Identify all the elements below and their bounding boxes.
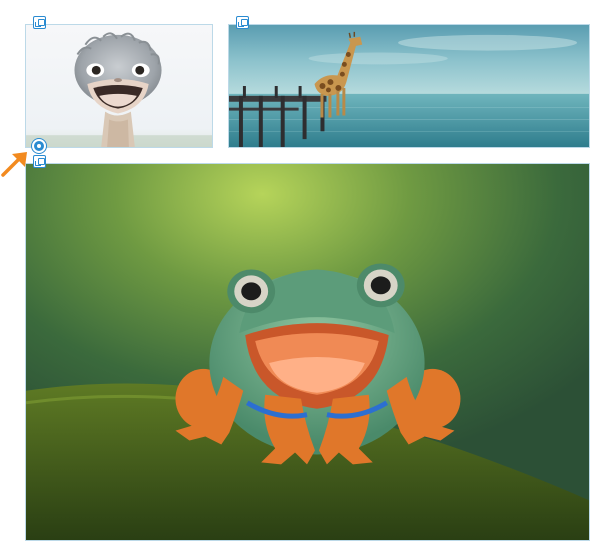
ostrich-image[interactable] (25, 24, 213, 148)
frog-illustration (26, 164, 589, 540)
image-position-icon[interactable] (33, 155, 46, 168)
image-canvas (0, 0, 609, 553)
giraffe-image[interactable] (228, 24, 590, 148)
arrow-pointer-icon (1, 152, 27, 177)
image-position-icon[interactable] (33, 16, 46, 29)
frog-image[interactable] (25, 163, 590, 541)
ostrich-illustration (26, 25, 212, 147)
anchor-icon[interactable] (32, 139, 46, 153)
giraffe-illustration (229, 25, 589, 147)
image-position-icon[interactable] (236, 16, 249, 29)
